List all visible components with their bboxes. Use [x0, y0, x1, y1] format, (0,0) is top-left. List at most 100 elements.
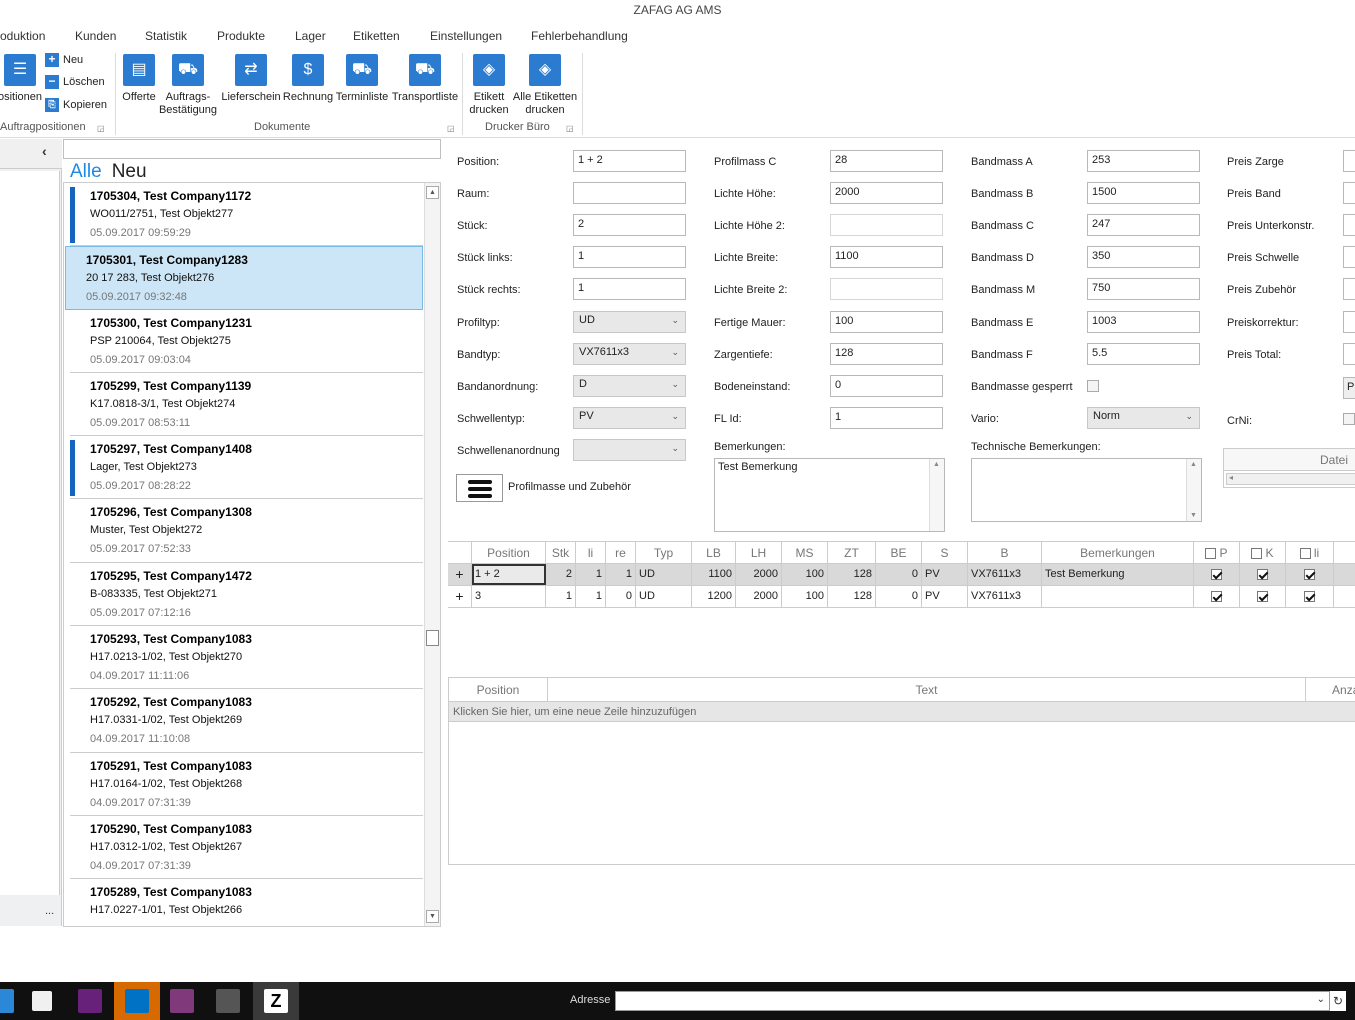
col-header-li2[interactable]: li	[1286, 542, 1334, 563]
bandmass-e-field[interactable]: 1003	[1087, 311, 1200, 333]
fl-id-field[interactable]: 1	[830, 407, 943, 429]
row-checkbox-cell[interactable]	[1240, 586, 1286, 607]
more-button[interactable]: ...	[45, 905, 54, 917]
cell-be[interactable]: 0	[876, 586, 922, 607]
raum-field[interactable]	[573, 182, 686, 204]
expand-row-icon[interactable]: +	[448, 586, 472, 607]
header-checkbox[interactable]	[1251, 548, 1263, 560]
terminliste-button[interactable]: ⛟ Terminliste	[334, 54, 390, 104]
onenote-icon[interactable]	[170, 989, 194, 1013]
table-row[interactable]: +3 1 1 0 UD 1200 2000 100 128 0 PV VX7611x3	[448, 586, 1355, 608]
col-header-re[interactable]: re	[606, 542, 636, 563]
crni-checkbox[interactable]	[1343, 413, 1355, 425]
zargentiefe-field[interactable]: 128	[830, 343, 943, 365]
list-item[interactable]: 1705297, Test Company1408 Lager, Test Obj…	[70, 436, 423, 500]
schwellenanordnung-select[interactable]: ⌄	[573, 439, 686, 461]
col-header-ms[interactable]: MS	[782, 542, 828, 563]
cell-lh[interactable]: 2000	[736, 586, 782, 607]
scroll-down-icon[interactable]: ▼	[426, 910, 439, 923]
col-header-be[interactable]: BE	[876, 542, 922, 563]
row-checkbox[interactable]	[1257, 568, 1268, 580]
tab-neu[interactable]: Neu	[112, 161, 147, 182]
row-checkbox[interactable]	[1257, 590, 1268, 602]
zafag-app-icon[interactable]: Z	[264, 989, 288, 1013]
preis-schwelle-field[interactable]	[1343, 246, 1355, 268]
col-header-p[interactable]: P	[1194, 542, 1240, 563]
lichte-breite-field[interactable]: 1100	[830, 246, 943, 268]
col-header-li[interactable]: li	[576, 542, 606, 563]
auftragsbestaetigung-button[interactable]: ⛟ Auftrags-Bestätigung	[158, 54, 218, 117]
cell-re[interactable]: 0	[606, 586, 636, 607]
cell-re[interactable]: 1	[606, 564, 636, 585]
store-icon[interactable]	[32, 991, 52, 1011]
cell-ms[interactable]: 100	[782, 564, 828, 585]
row-checkbox-cell[interactable]	[1194, 586, 1240, 607]
row-checkbox-cell[interactable]	[1194, 564, 1240, 585]
bandmass-d-field[interactable]: 350	[1087, 246, 1200, 268]
col-header-expand[interactable]	[448, 542, 472, 563]
list-item[interactable]: 1705291, Test Company1083 H17.0164-1/02, …	[70, 753, 423, 816]
profiltyp-select[interactable]: UD ⌄	[573, 311, 686, 333]
menu-fehlerbehandlung[interactable]: Fehlerbehandlung	[531, 29, 628, 43]
scroll-up-icon[interactable]: ▲	[426, 186, 439, 199]
bemerkungen-textarea[interactable]: Test Bemerkung ▲	[714, 458, 945, 532]
scroll-up-icon[interactable]: ▲	[933, 461, 940, 468]
bandmass-c-field[interactable]: 247	[1087, 214, 1200, 236]
scroll-left-icon[interactable]: ◂	[1229, 473, 1233, 482]
menu-etiketten[interactable]: Etiketten	[353, 29, 400, 43]
etikett-drucken-button[interactable]: ◈ Etikett drucken	[466, 54, 512, 117]
cell-zt[interactable]: 128	[828, 586, 876, 607]
profilmasse-label[interactable]: Profilmasse und Zubehör	[508, 481, 631, 493]
visual-studio-icon[interactable]	[78, 989, 102, 1013]
cell-typ[interactable]: UD	[636, 564, 692, 585]
preiskorrektur-field[interactable]	[1343, 311, 1355, 333]
bandmasse-gesperrt-checkbox[interactable]	[1087, 380, 1099, 392]
menu-kunden[interactable]: Kunden	[75, 29, 116, 43]
list-scrollbar[interactable]: ▲ ▼	[424, 183, 440, 926]
lichte-hoehe-2-field[interactable]	[830, 214, 943, 236]
col-header-lh[interactable]: LH	[736, 542, 782, 563]
col-header-text[interactable]: Text	[548, 678, 1307, 701]
vario-select[interactable]: Norm ⌄	[1087, 407, 1200, 429]
stueck-links-field[interactable]: 1	[573, 246, 686, 268]
header-checkbox[interactable]	[1205, 548, 1217, 560]
menu-lager[interactable]: Lager	[295, 29, 326, 43]
col-header-typ[interactable]: Typ	[636, 542, 692, 563]
col-header-anzahl[interactable]: Anzal	[1306, 678, 1355, 701]
menu-produkte[interactable]: Produkte	[217, 29, 265, 43]
bandtyp-select[interactable]: VX7611x3 ⌄	[573, 343, 686, 365]
list-item[interactable]: 1705290, Test Company1083 H17.0312-1/02, …	[70, 816, 423, 880]
cell-s[interactable]: PV	[922, 586, 968, 607]
row-checkbox-cell[interactable]	[1286, 564, 1334, 585]
cell-ms[interactable]: 100	[782, 586, 828, 607]
preis-total-field[interactable]	[1343, 343, 1355, 365]
cell-lb[interactable]: 1200	[692, 586, 736, 607]
menu-produktion[interactable]: oduktion	[0, 29, 45, 43]
dialog-launcher-icon[interactable]: ◲	[566, 124, 574, 133]
col-header-position[interactable]: Position	[472, 542, 546, 563]
col-header-k[interactable]: K	[1240, 542, 1286, 563]
tools-icon[interactable]	[216, 989, 240, 1013]
bandmass-b-field[interactable]: 1500	[1087, 182, 1200, 204]
price-button[interactable]: Pr	[1343, 377, 1355, 399]
table-row[interactable]: +1 + 2 2 1 1 UD 1100 2000 100 128 0 PV VX7611x3 Test…	[448, 564, 1355, 586]
datei-scrollbar[interactable]: ◂	[1226, 473, 1355, 485]
alle-etiketten-drucken-button[interactable]: ◈ Alle Etiketten drucken	[512, 54, 578, 117]
expand-row-icon[interactable]: +	[448, 564, 472, 585]
preis-band-field[interactable]	[1343, 182, 1355, 204]
lieferschein-button[interactable]: ⇄ Lieferschein	[220, 54, 282, 104]
col-header-bemerkungen[interactable]: Bemerkungen	[1042, 542, 1194, 563]
cell-lb[interactable]: 1100	[692, 564, 736, 585]
list-item[interactable]: 1705289, Test Company1083 H17.0227-1/01, …	[70, 879, 423, 926]
row-checkbox-cell[interactable]	[1240, 564, 1286, 585]
collapse-button[interactable]: ‹	[42, 143, 47, 159]
preis-unterkonstr-field[interactable]	[1343, 214, 1355, 236]
profilmass-c-field[interactable]: 28	[830, 150, 943, 172]
bandmass-a-field[interactable]: 253	[1087, 150, 1200, 172]
profilmasse-menu-button[interactable]	[456, 474, 503, 502]
row-checkbox[interactable]	[1211, 590, 1222, 602]
bandanordnung-select[interactable]: D ⌄	[573, 375, 686, 397]
scroll-down-icon[interactable]: ▼	[1190, 512, 1197, 519]
tab-alle[interactable]: Alle	[70, 161, 102, 182]
list-item[interactable]: 1705293, Test Company1083 H17.0213-1/02, …	[70, 626, 423, 690]
